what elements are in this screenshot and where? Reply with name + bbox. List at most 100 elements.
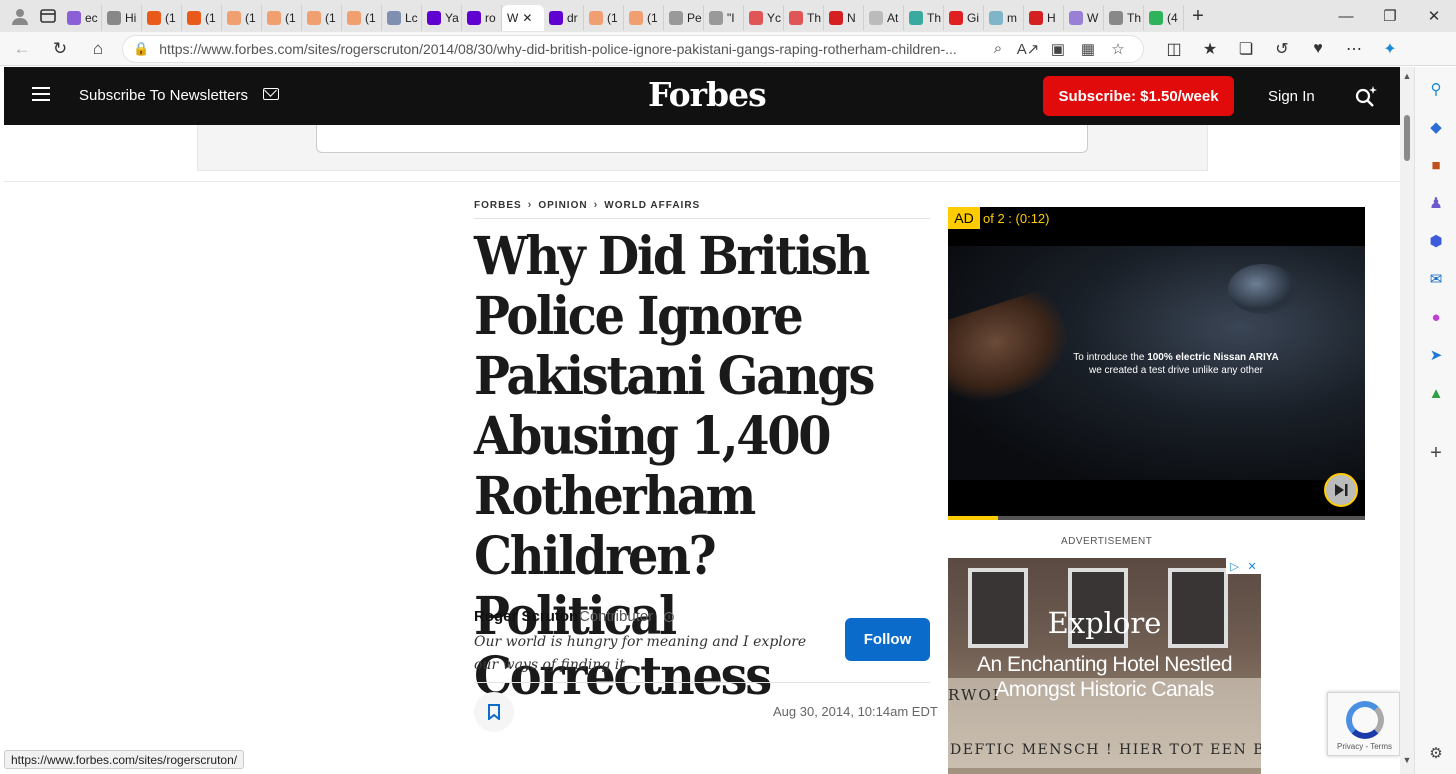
minimize-icon[interactable]: — xyxy=(1324,2,1368,30)
browser-tab[interactable]: Th xyxy=(904,4,944,31)
close-tab-icon[interactable]: ✕ xyxy=(522,11,532,25)
browser-tab[interactable]: Gi xyxy=(944,4,984,31)
tools-icon[interactable]: ■ xyxy=(1426,155,1446,175)
close-ad-icon[interactable]: ✕ xyxy=(1247,560,1256,573)
browser-tab[interactable]: Th xyxy=(784,4,824,31)
browser-essentials-icon[interactable]: ♥ xyxy=(1300,40,1336,58)
browser-tab[interactable]: (1 xyxy=(142,4,182,31)
microsoft-365-icon[interactable]: ⬢ xyxy=(1426,231,1446,251)
recaptcha-badge[interactable]: Privacy - Terms xyxy=(1327,692,1400,756)
browser-tab[interactable]: At xyxy=(864,4,904,31)
zoom-icon[interactable]: ⌕ xyxy=(983,40,1013,57)
hotel-ad[interactable]: RWOI DEFTIC MENSCH ! HIER TOT EEN BA Exp… xyxy=(948,558,1261,774)
video-frame[interactable]: To introduce the 100% electric Nissan AR… xyxy=(948,246,1365,480)
settings-more-icon[interactable]: ⋯ xyxy=(1336,39,1372,59)
browser-tab[interactable]: ro xyxy=(462,4,502,31)
browser-tab[interactable]: H xyxy=(1024,4,1064,31)
back-icon[interactable]: ← xyxy=(6,34,38,64)
video-caption-prefix: To introduce the xyxy=(1073,352,1148,363)
split-screen-icon[interactable]: ◫ xyxy=(1156,39,1192,59)
shopping-icon[interactable]: ◆ xyxy=(1426,117,1446,137)
copilot-icon[interactable]: ✦ xyxy=(1372,39,1408,59)
search-icon[interactable] xyxy=(1354,85,1377,107)
follow-button[interactable]: Follow xyxy=(845,618,930,661)
lock-icon[interactable]: 🔒 xyxy=(133,41,149,57)
immersive-reader-icon[interactable]: ▦ xyxy=(1073,40,1103,58)
recaptcha-terms[interactable]: Privacy - Terms xyxy=(1328,742,1400,751)
app-available-icon[interactable]: ▣ xyxy=(1043,40,1073,58)
video-progress-bar[interactable] xyxy=(948,516,1365,520)
url-text[interactable]: https://www.forbes.com/sites/rogerscruto… xyxy=(159,41,983,57)
browser-tab[interactable]: (1 xyxy=(222,4,262,31)
scroll-down-icon[interactable]: ▼ xyxy=(1402,755,1412,765)
tab-favicon-icon xyxy=(467,10,481,25)
close-window-icon[interactable]: ✕ xyxy=(1412,2,1456,30)
browser-tab[interactable]: W ✕ xyxy=(502,4,544,31)
tab-favicon-icon xyxy=(227,10,241,25)
browser-tab[interactable]: ec xyxy=(62,4,102,31)
restore-icon[interactable]: ❐ xyxy=(1368,2,1412,30)
sidebar-settings-icon[interactable]: ⚙ xyxy=(1426,743,1446,763)
browser-tab[interactable]: (4 xyxy=(1144,4,1184,31)
browser-tab[interactable]: Yc xyxy=(744,4,784,31)
favorites-icon[interactable]: ★ xyxy=(1192,39,1228,59)
browser-tab[interactable]: W xyxy=(1064,4,1104,31)
designer-icon[interactable]: ● xyxy=(1426,307,1446,327)
browser-tab[interactable]: Th xyxy=(1104,4,1144,31)
tab-label: W xyxy=(507,10,519,25)
sign-in-link[interactable]: Sign In xyxy=(1268,88,1315,105)
page-scrollbar[interactable]: ▲ ▼ xyxy=(1400,67,1414,774)
subscribe-newsletters-link[interactable]: Subscribe To Newsletters xyxy=(79,87,248,104)
send-icon[interactable]: ➤ xyxy=(1426,345,1446,365)
profile-icon[interactable] xyxy=(6,2,34,30)
top-banner-ad-frame[interactable] xyxy=(316,125,1088,153)
menu-icon[interactable] xyxy=(32,87,50,101)
browser-tab[interactable]: Pe xyxy=(664,4,704,31)
games-icon[interactable]: ♟ xyxy=(1426,193,1446,213)
adchoices-icon[interactable]: ▷ ✕ xyxy=(1226,558,1261,574)
scroll-thumb[interactable] xyxy=(1404,115,1410,161)
subscribe-button[interactable]: Subscribe: $1.50/week xyxy=(1043,76,1234,116)
tab-actions-icon[interactable] xyxy=(34,2,62,30)
tab-label: (1 xyxy=(365,10,376,25)
browser-tab[interactable]: (1 xyxy=(624,4,664,31)
mail-icon[interactable] xyxy=(263,88,279,100)
browser-tab[interactable]: N xyxy=(824,4,864,31)
browser-tab[interactable]: (1 xyxy=(342,4,382,31)
browser-tab[interactable]: Lc xyxy=(382,4,422,31)
tab-favicon-icon xyxy=(387,10,401,25)
info-icon[interactable]: i xyxy=(664,612,674,622)
new-tab-icon[interactable]: + xyxy=(1184,2,1212,30)
collections-icon[interactable]: ❏ xyxy=(1228,39,1264,59)
browser-tab[interactable]: m xyxy=(984,4,1024,31)
favorite-star-icon[interactable]: ☆ xyxy=(1103,40,1133,58)
skip-next-icon[interactable] xyxy=(1324,473,1358,507)
bookmark-button[interactable] xyxy=(474,692,514,732)
author-name[interactable]: Roger Scruton xyxy=(474,608,578,625)
read-aloud-icon[interactable]: A↗ xyxy=(1013,40,1043,58)
breadcrumb-item-opinion[interactable]: OPINION xyxy=(538,200,587,211)
scroll-up-icon[interactable]: ▲ xyxy=(1402,71,1412,81)
browser-tab[interactable]: (1 xyxy=(584,4,624,31)
outlook-icon[interactable]: ✉ xyxy=(1426,269,1446,289)
forbes-logo[interactable]: Forbes xyxy=(648,75,767,114)
browser-tab[interactable]: dr xyxy=(544,4,584,31)
browser-tab[interactable]: "I xyxy=(704,4,744,31)
hotel-ad-subtitle: An Enchanting Hotel Nestled Amongst Hist… xyxy=(977,653,1233,701)
browser-tab[interactable]: Hi xyxy=(102,4,142,31)
breadcrumb-item-forbes[interactable]: FORBES xyxy=(474,200,522,211)
tab-label: Th xyxy=(927,10,942,25)
browser-tab[interactable]: (1 xyxy=(302,4,342,31)
breadcrumb-item-world-affairs[interactable]: WORLD AFFAIRS xyxy=(604,200,700,211)
tree-icon[interactable]: ▲ xyxy=(1426,383,1446,403)
browser-tab[interactable]: (1 xyxy=(262,4,302,31)
browser-tab[interactable]: Ya xyxy=(422,4,462,31)
reload-icon[interactable]: ↻ xyxy=(44,34,76,64)
video-ad[interactable]: AD of 2 : (0:12) To introduce the 100% e… xyxy=(948,207,1365,520)
browser-tab[interactable]: (1 xyxy=(182,4,222,31)
address-bar[interactable]: 🔒 https://www.forbes.com/sites/rogerscru… xyxy=(122,34,1144,63)
search-sidebar-icon[interactable]: ⚲ xyxy=(1426,79,1446,99)
history-icon[interactable]: ↺ xyxy=(1264,39,1300,59)
home-icon[interactable]: ⌂ xyxy=(82,34,114,64)
add-sidebar-icon[interactable]: + xyxy=(1426,442,1446,464)
